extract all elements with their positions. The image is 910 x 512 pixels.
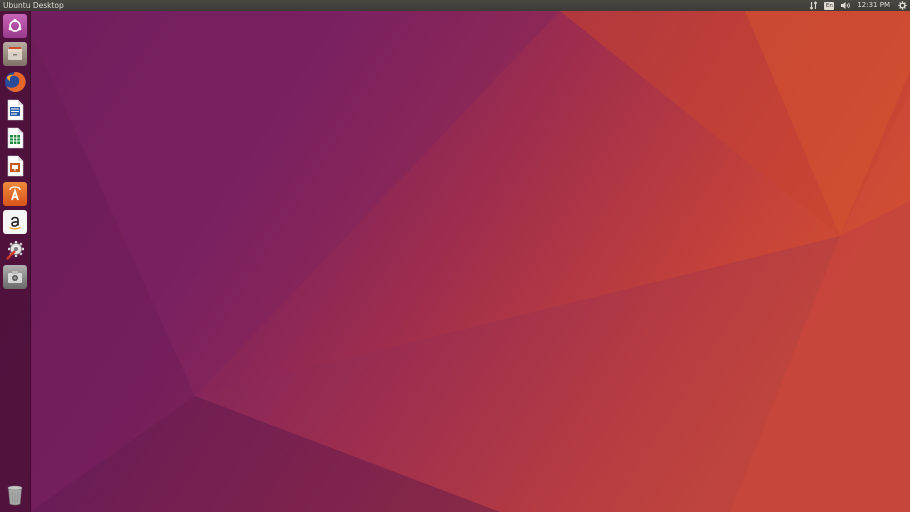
software-center-icon[interactable] [3, 182, 27, 206]
dash-home-icon[interactable] [3, 14, 27, 38]
launcher [0, 11, 31, 512]
libreoffice-calc-icon[interactable] [3, 126, 27, 150]
screenshot-icon[interactable] [3, 265, 27, 289]
indicator-area: En 12:31 PM [809, 0, 910, 11]
volume-icon[interactable] [840, 0, 851, 11]
keyboard-layout-icon[interactable]: En [824, 0, 835, 11]
clock[interactable]: 12:31 PM [857, 0, 890, 11]
amazon-icon[interactable] [3, 210, 27, 234]
desktop-wallpaper [0, 11, 910, 512]
system-settings-icon[interactable] [3, 238, 27, 262]
network-icon[interactable] [809, 0, 818, 11]
settings-gear-icon[interactable] [898, 0, 907, 11]
window-title: Ubuntu Desktop [3, 1, 64, 10]
libreoffice-impress-icon[interactable] [3, 154, 27, 178]
keyboard-layout-label: En [824, 1, 835, 10]
firefox-icon[interactable] [3, 70, 27, 94]
files-icon[interactable] [3, 42, 27, 66]
top-panel: Ubuntu Desktop En 12:31 PM [0, 0, 910, 11]
libreoffice-writer-icon[interactable] [3, 98, 27, 122]
trash-icon[interactable] [3, 483, 27, 507]
